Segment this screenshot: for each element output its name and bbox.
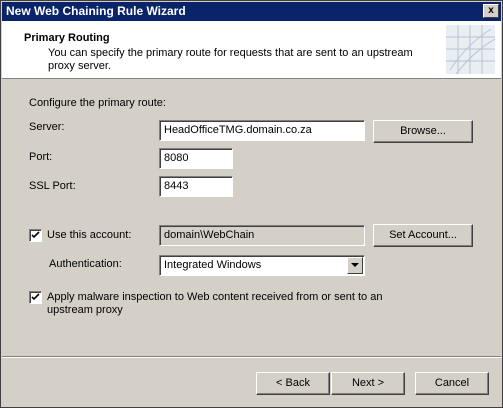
back-button[interactable]: < Back xyxy=(256,372,330,395)
page-description: You can specify the primary route for re… xyxy=(48,47,413,72)
page-title: Primary Routing xyxy=(24,32,110,44)
wizard-window: New Web Chaining Rule Wizard x Primary R… xyxy=(0,0,503,408)
ssl-port-value: 8443 xyxy=(164,180,189,192)
dropdown-button[interactable] xyxy=(347,257,363,274)
port-input[interactable]: 8080 xyxy=(159,148,233,169)
footer-separator xyxy=(2,356,501,358)
next-button[interactable]: Next > xyxy=(331,372,405,395)
set-account-label: Set Account... xyxy=(389,229,457,241)
cancel-button[interactable]: Cancel xyxy=(415,372,489,395)
port-label: Port: xyxy=(29,151,53,163)
use-account-checkbox[interactable] xyxy=(29,229,42,242)
close-button[interactable]: x xyxy=(483,4,499,18)
browse-button[interactable]: Browse... xyxy=(373,120,473,143)
account-value: domain\WebChain xyxy=(164,229,255,241)
set-account-button[interactable]: Set Account... xyxy=(373,224,473,247)
wizard-graphic-icon xyxy=(446,25,495,74)
chevron-down-icon xyxy=(351,263,359,267)
malware-inspection-label: Apply malware inspection to Web content … xyxy=(47,291,383,316)
ssl-port-input[interactable]: 8443 xyxy=(159,176,233,197)
checkmark-icon xyxy=(31,231,40,239)
next-label: Next > xyxy=(351,377,385,389)
authentication-selected: Integrated Windows xyxy=(164,259,262,271)
close-icon: x xyxy=(488,5,494,16)
window-title: New Web Chaining Rule Wizard xyxy=(6,4,186,18)
wizard-header: Primary Routing You can specify the prim… xyxy=(2,21,501,79)
ssl-port-label: SSL Port: xyxy=(29,180,76,192)
use-account-label: Use this account: xyxy=(47,229,132,241)
browse-label: Browse... xyxy=(400,125,446,137)
cancel-label: Cancel xyxy=(434,377,470,389)
back-label: < Back xyxy=(276,377,310,389)
authentication-label: Authentication: xyxy=(49,258,122,270)
checkmark-icon xyxy=(31,293,40,301)
server-label: Server: xyxy=(29,121,65,133)
title-bar: New Web Chaining Rule Wizard x xyxy=(2,2,501,21)
server-value: HeadOfficeTMG.domain.co.za xyxy=(164,124,312,136)
port-value: 8080 xyxy=(164,152,189,164)
malware-inspection-checkbox[interactable] xyxy=(29,291,42,304)
authentication-select[interactable]: Integrated Windows xyxy=(159,255,365,276)
server-input[interactable]: HeadOfficeTMG.domain.co.za xyxy=(159,120,365,141)
account-input: domain\WebChain xyxy=(159,225,365,246)
configure-route-label: Configure the primary route: xyxy=(29,97,166,109)
